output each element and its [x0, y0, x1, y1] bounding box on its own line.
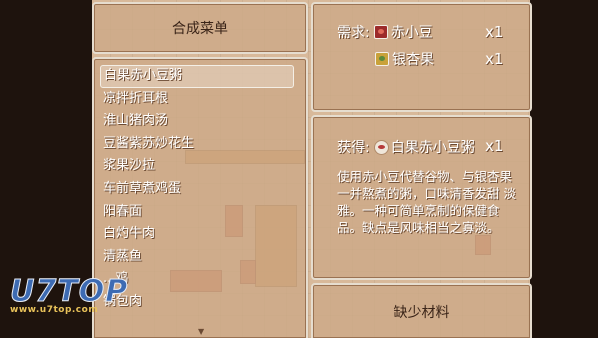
- recipe-item[interactable]: 浆果沙拉: [100, 155, 294, 178]
- recipe-item[interactable]: 豆酱紫苏炒花生: [100, 133, 294, 156]
- congee-bowl-icon: [373, 139, 389, 155]
- requirements-panel: 需求: 赤小豆 x1 银杏果 x1: [311, 2, 532, 112]
- requirement-item-name: 赤小豆: [390, 25, 433, 41]
- result-item-name: 白果赤小豆粥: [390, 140, 475, 156]
- craft-action-label: 缺少材料: [393, 304, 450, 321]
- recipe-item[interactable]: 淮山猪肉汤: [100, 110, 294, 133]
- requirement-item-name: 银杏果: [392, 52, 434, 68]
- recipe-item-selected[interactable]: 白果赤小豆粥: [100, 65, 294, 88]
- recipe-item[interactable]: 清蒸鱼: [100, 246, 294, 269]
- result-panel: 获得: 白果赤小豆粥 x1 使用赤小豆代替谷物、与银杏果一并熬煮的粥，口味清香发…: [311, 115, 532, 280]
- requirements-label: 需求:: [337, 25, 370, 41]
- recipe-item[interactable]: 锅包肉: [100, 291, 294, 314]
- site-watermark: U7TOP www.u7top.com: [9, 274, 129, 316]
- recipe-item[interactable]: 阳春面: [100, 201, 294, 224]
- scene-edge-right: [530, 0, 598, 338]
- recipe-item[interactable]: ...鸡: [100, 268, 294, 291]
- result-label: 获得:: [337, 140, 370, 156]
- result-description: 使用赤小豆代替谷物、与银杏果一并熬煮的粥，口味清香发甜 淡雅。一种可简单烹制的保…: [337, 169, 516, 235]
- ginkgo-icon: [375, 52, 389, 66]
- result-qty: x1: [485, 137, 504, 155]
- craft-menu-title: 合成菜单: [172, 21, 228, 37]
- requirement-qty: x1: [485, 23, 504, 41]
- red-bean-icon: [373, 25, 388, 39]
- result-row: 获得: 白果赤小豆粥: [337, 137, 475, 157]
- scroll-down-icon[interactable]: ▼: [198, 327, 204, 336]
- craft-action-button[interactable]: 缺少材料: [311, 283, 532, 338]
- recipe-item[interactable]: 凉拌折耳根: [100, 88, 294, 111]
- watermark-logo: U7TOP: [9, 274, 129, 310]
- requirement-qty: x1: [485, 50, 504, 68]
- craft-menu-header: 合成菜单: [92, 2, 308, 54]
- requirement-row: 银杏果: [375, 49, 434, 69]
- recipe-item[interactable]: 白灼牛肉: [100, 223, 294, 246]
- recipe-item[interactable]: 车前草煮鸡蛋: [100, 178, 294, 201]
- requirement-row: 需求: 赤小豆: [337, 22, 433, 42]
